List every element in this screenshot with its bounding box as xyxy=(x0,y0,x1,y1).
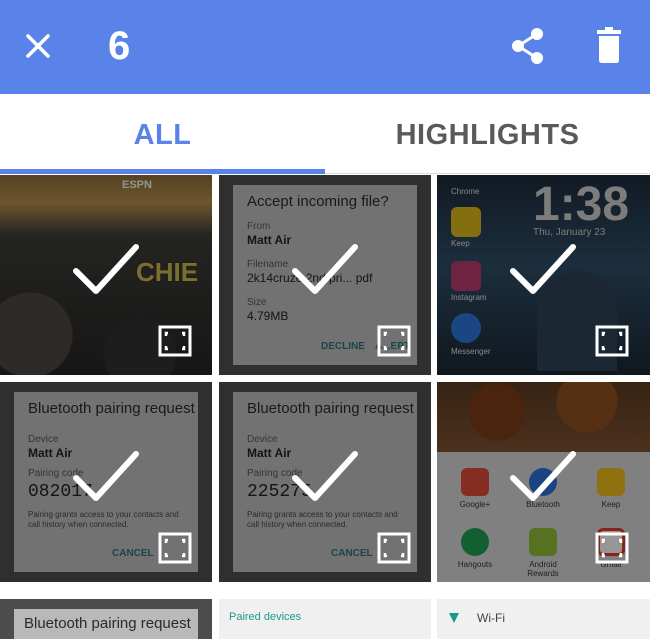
settings-thumbnail: Wi-Fi xyxy=(437,599,650,639)
expand-icon[interactable] xyxy=(158,532,192,564)
tab-bar: ALL HIGHLIGHTS xyxy=(0,94,650,174)
expand-icon[interactable] xyxy=(595,325,629,357)
tab-indicator xyxy=(0,169,325,174)
tab-highlights[interactable]: HIGHLIGHTS xyxy=(325,94,650,174)
selection-toolbar: 6 xyxy=(0,0,650,94)
grid-tile[interactable]: Bluetooth pairing request xyxy=(0,599,212,639)
settings-thumbnail: Paired devices xyxy=(219,599,431,639)
wifi-label: Wi-Fi xyxy=(477,611,505,625)
grid-tile[interactable]: Paired devices xyxy=(219,599,431,639)
expand-icon[interactable] xyxy=(595,532,629,564)
close-icon[interactable] xyxy=(18,26,58,66)
expand-icon[interactable] xyxy=(377,532,411,564)
checkmark-icon xyxy=(73,244,139,294)
checkmark-icon xyxy=(292,451,358,501)
expand-icon[interactable] xyxy=(377,325,411,357)
share-icon[interactable] xyxy=(506,24,550,68)
paired-devices-label: Paired devices xyxy=(229,611,302,623)
selected-count: 6 xyxy=(108,24,131,68)
grid-tile[interactable]: Google+ Bluetooth Keep Hangouts Android … xyxy=(437,382,650,582)
trash-icon[interactable] xyxy=(588,24,630,68)
grid-tile[interactable]: Accept incoming file? From Matt Air File… xyxy=(219,175,431,375)
dialog-title: Bluetooth pairing request xyxy=(24,615,191,632)
grid-tile[interactable]: Bluetooth pairing request Device Matt Ai… xyxy=(0,382,212,582)
checkmark-icon xyxy=(510,451,576,501)
screenshot-grid: ESPN CHIE Accept incoming file? From Mat… xyxy=(0,175,650,639)
grid-tile[interactable]: Wi-Fi xyxy=(437,599,650,639)
wifi-icon xyxy=(449,613,459,623)
checkmark-icon xyxy=(73,451,139,501)
checkmark-icon xyxy=(510,244,576,294)
checkmark-icon xyxy=(292,244,358,294)
expand-icon[interactable] xyxy=(158,325,192,357)
grid-tile[interactable]: Bluetooth pairing request Device Matt Ai… xyxy=(219,382,431,582)
dialog-thumbnail: Bluetooth pairing request xyxy=(0,599,212,639)
pairing-dialog-card: Bluetooth pairing request xyxy=(14,609,198,639)
tab-all[interactable]: ALL xyxy=(0,94,325,174)
grid-tile[interactable]: ESPN CHIE xyxy=(0,175,212,375)
grid-tile[interactable]: 1:38 Thu, January 23 Chrome Keep Instagr… xyxy=(437,175,650,375)
